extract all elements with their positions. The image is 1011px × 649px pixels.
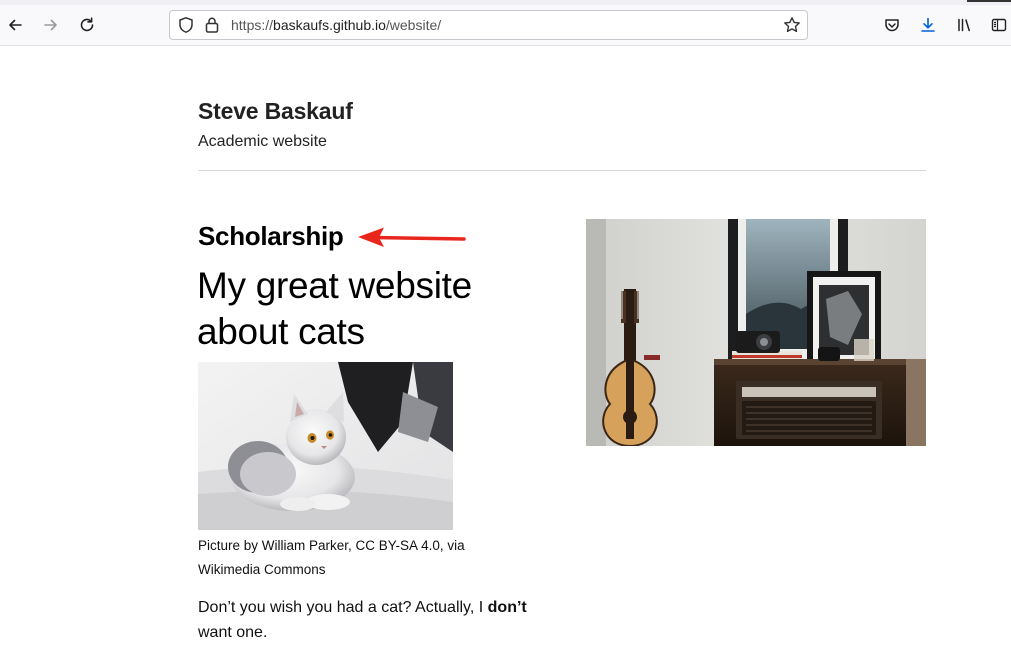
sidebar-icon [991, 18, 1007, 32]
back-arrow-icon [9, 19, 22, 31]
bookmark-star-icon[interactable] [783, 16, 801, 39]
body-text-start: Don’t you wish you had a cat? Actually, … [198, 599, 488, 616]
forward-arrow-icon [44, 19, 57, 31]
lock-icon[interactable] [204, 16, 220, 39]
back-button[interactable] [1, 11, 29, 39]
image-caption: Picture by William Parker, CC BY-SA 4.0,… [198, 538, 465, 577]
site-description: Academic website [198, 133, 327, 150]
pocket-button[interactable] [878, 11, 906, 39]
url-scheme: https:// [231, 17, 274, 33]
body-text-bold: don’t [487, 599, 527, 616]
header-photo-guitar-room [586, 219, 926, 446]
address-bar[interactable]: https://baskaufs.github.io/website/ [169, 10, 808, 40]
browser-toolbar: https://baskaufs.github.io/website/ [0, 5, 1011, 46]
header-divider [198, 170, 926, 171]
forward-button[interactable] [37, 11, 65, 39]
post-title: My great website about cats [197, 265, 472, 352]
shield-icon[interactable] [177, 16, 195, 39]
site-title[interactable]: Steve Baskauf [198, 98, 353, 125]
sidebar-button[interactable] [985, 11, 1011, 39]
library-icon [958, 18, 970, 32]
reload-button[interactable] [73, 11, 101, 39]
url-host: baskaufs.github.io [273, 17, 386, 33]
body-text-end: want one. [198, 624, 268, 641]
reload-icon [80, 17, 94, 32]
post-body: Don’t you wish you had a cat? Actually, … [198, 595, 558, 645]
download-icon [921, 17, 935, 32]
url-text[interactable]: https://baskaufs.github.io/website/ [231, 17, 441, 33]
cat-photo [198, 362, 453, 530]
downloads-button[interactable] [914, 11, 942, 39]
category-heading: Scholarship [198, 221, 344, 251]
red-arrow-annotation [358, 227, 466, 247]
pocket-icon [885, 19, 899, 32]
library-button[interactable] [950, 11, 978, 39]
url-path: /website/ [385, 17, 442, 33]
